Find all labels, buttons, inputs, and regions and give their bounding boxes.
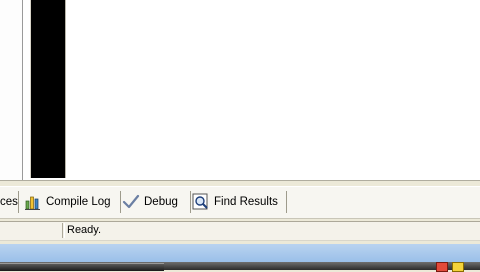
magnifier-icon: [192, 193, 210, 211]
tab-label: Debug: [144, 196, 178, 208]
tab-find-results[interactable]: Find Results: [192, 191, 287, 213]
black-panel: [30, 0, 67, 178]
editor-area: [0, 0, 480, 185]
status-cell: [0, 223, 63, 238]
tabs-divider: [0, 218, 480, 219]
tray-icon-yellow[interactable]: [452, 262, 464, 272]
tab-compile-log[interactable]: Compile Log: [24, 191, 121, 213]
tab-debug[interactable]: Debug: [122, 191, 191, 213]
editor-splitter[interactable]: [0, 180, 480, 185]
status-text: Ready.: [67, 224, 102, 236]
bar-chart-icon: [24, 193, 42, 211]
tab-resources[interactable]: ces: [0, 191, 19, 213]
tab-label: ces: [0, 196, 18, 208]
checkmark-icon: [122, 193, 140, 211]
tray-icon-red[interactable]: [436, 262, 448, 272]
status-bar: Ready.: [0, 221, 480, 241]
window-frame: [0, 244, 480, 264]
left-side-panel[interactable]: [0, 0, 23, 180]
code-editor[interactable]: [66, 0, 480, 180]
tab-label: Find Results: [214, 196, 278, 208]
tab-label: Compile Log: [46, 196, 111, 208]
status-divider: [64, 223, 65, 238]
output-tabs-bar: ces Compile Log Debug Find Results: [0, 186, 480, 219]
